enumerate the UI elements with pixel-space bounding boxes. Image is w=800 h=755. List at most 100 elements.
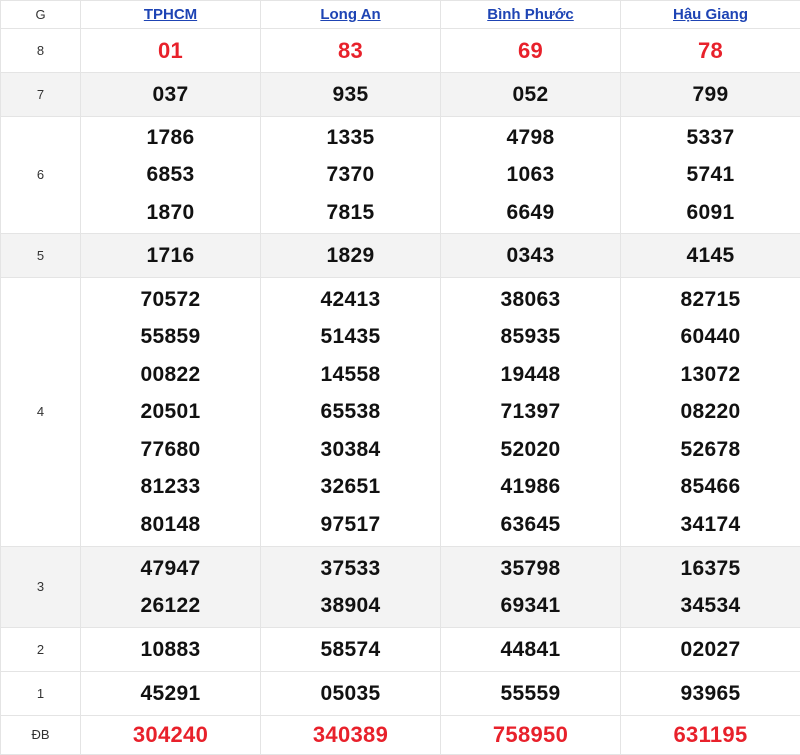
result-number: 82715 (621, 281, 800, 318)
special-result-number: 340389 (261, 716, 440, 753)
result-number: 0343 (441, 237, 620, 274)
result-number: 30384 (261, 431, 440, 468)
result-number: 85466 (621, 468, 800, 505)
prize-label: 6 (37, 167, 44, 182)
result-cell: 052 (441, 73, 621, 117)
result-cell: 304240 (81, 716, 261, 755)
result-number: 01 (81, 32, 260, 69)
result-cell: 93965 (621, 672, 800, 716)
result-cell: 05035 (261, 672, 441, 716)
result-number: 70572 (81, 281, 260, 318)
prize-row-3: 3 47947 26122 37533 38904 35798 69341 16… (1, 547, 800, 628)
result-number: 037 (81, 76, 260, 113)
province-link-hau-giang[interactable]: Hậu Giang (673, 6, 748, 23)
prize-label-cell: 1 (1, 672, 81, 716)
result-number: 10883 (81, 631, 260, 668)
prize-row-4: 4 70572 55859 00822 20501 77680 81233 80… (1, 278, 800, 547)
prize-label-cell: 8 (1, 29, 81, 73)
prize-label-cell: 7 (1, 73, 81, 117)
prize-row-8: 8 01 83 69 78 (1, 29, 800, 73)
result-cell: 45291 (81, 672, 261, 716)
result-cell: 799 (621, 73, 800, 117)
result-number: 02027 (621, 631, 800, 668)
result-cell: 38063 85935 19448 71397 52020 41986 6364… (441, 278, 621, 547)
header-g-label: G (35, 7, 45, 22)
result-number: 85935 (441, 318, 620, 355)
province-link-long-an[interactable]: Long An (320, 6, 380, 23)
result-number: 13072 (621, 356, 800, 393)
province-link-tphcm[interactable]: TPHCM (144, 6, 197, 23)
prize-label: 4 (37, 404, 44, 419)
result-number: 05035 (261, 675, 440, 712)
result-cell: 631195 (621, 716, 800, 755)
prize-label: 8 (37, 43, 44, 58)
result-number: 35798 (441, 550, 620, 587)
header-prize-label: G (1, 1, 81, 29)
prize-row-1: 1 45291 05035 55559 93965 (1, 672, 800, 716)
result-number: 51435 (261, 318, 440, 355)
prize-label: 3 (37, 579, 44, 594)
result-number: 19448 (441, 356, 620, 393)
province-link-binh-phuoc[interactable]: Bình Phước (487, 6, 574, 23)
result-number: 7815 (261, 194, 440, 231)
result-number: 1716 (81, 237, 260, 274)
result-cell: 4798 1063 6649 (441, 117, 621, 234)
result-number: 6853 (81, 156, 260, 193)
result-number: 63645 (441, 506, 620, 543)
result-cell: 1786 6853 1870 (81, 117, 261, 234)
prize-label-cell: 5 (1, 234, 81, 278)
prize-row-7: 7 037 935 052 799 (1, 73, 800, 117)
result-cell: 47947 26122 (81, 547, 261, 628)
special-result-number: 631195 (621, 716, 800, 753)
result-number: 71397 (441, 393, 620, 430)
result-cell: 42413 51435 14558 65538 30384 32651 9751… (261, 278, 441, 547)
result-cell: 10883 (81, 628, 261, 672)
result-cell: 70572 55859 00822 20501 77680 81233 8014… (81, 278, 261, 547)
result-number: 16375 (621, 550, 800, 587)
result-number: 34174 (621, 506, 800, 543)
result-cell: 37533 38904 (261, 547, 441, 628)
result-number: 42413 (261, 281, 440, 318)
result-cell: 5337 5741 6091 (621, 117, 800, 234)
result-cell: 1829 (261, 234, 441, 278)
result-cell: 44841 (441, 628, 621, 672)
prize-label-cell: 4 (1, 278, 81, 547)
result-number: 37533 (261, 550, 440, 587)
result-number: 97517 (261, 506, 440, 543)
result-number: 5741 (621, 156, 800, 193)
result-number: 55559 (441, 675, 620, 712)
result-cell: 4145 (621, 234, 800, 278)
result-number: 6091 (621, 194, 800, 231)
result-number: 32651 (261, 468, 440, 505)
special-result-number: 304240 (81, 716, 260, 753)
header-province-hau-giang: Hậu Giang (621, 1, 800, 29)
result-number: 52678 (621, 431, 800, 468)
result-number: 78 (621, 32, 800, 69)
result-cell: 69 (441, 29, 621, 73)
result-cell: 1335 7370 7815 (261, 117, 441, 234)
result-cell: 55559 (441, 672, 621, 716)
result-number: 58574 (261, 631, 440, 668)
prize-label: 5 (37, 248, 44, 263)
result-number: 47947 (81, 550, 260, 587)
prize-label-cell: 6 (1, 117, 81, 234)
result-number: 81233 (81, 468, 260, 505)
prize-row-6: 6 1786 6853 1870 1335 7370 7815 4798 106… (1, 117, 800, 234)
result-number: 00822 (81, 356, 260, 393)
result-number: 4798 (441, 119, 620, 156)
result-number: 38904 (261, 587, 440, 624)
prize-label-cell: 2 (1, 628, 81, 672)
result-number: 08220 (621, 393, 800, 430)
result-number: 44841 (441, 631, 620, 668)
result-number: 1335 (261, 119, 440, 156)
result-number: 38063 (441, 281, 620, 318)
result-number: 41986 (441, 468, 620, 505)
result-cell: 16375 34534 (621, 547, 800, 628)
result-number: 14558 (261, 356, 440, 393)
result-number: 1063 (441, 156, 620, 193)
result-number: 45291 (81, 675, 260, 712)
result-number: 7370 (261, 156, 440, 193)
result-number: 34534 (621, 587, 800, 624)
result-cell: 83 (261, 29, 441, 73)
special-result-number: 758950 (441, 716, 620, 753)
